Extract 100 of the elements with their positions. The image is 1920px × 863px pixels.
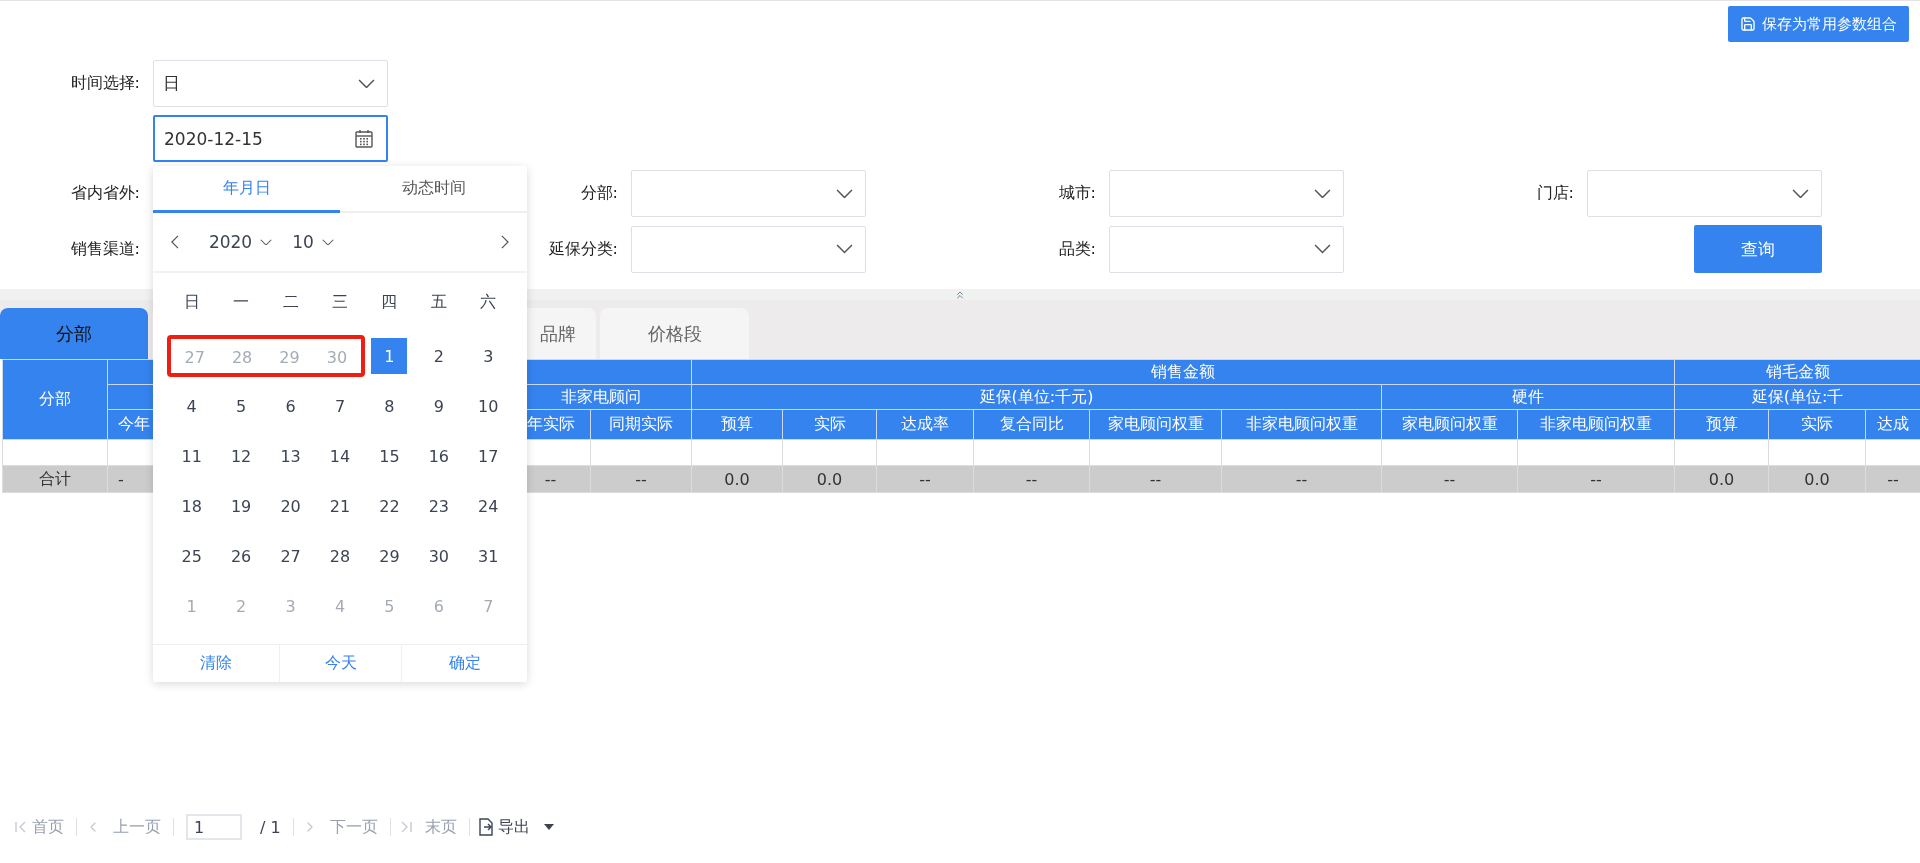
month-selector[interactable]: 10 bbox=[292, 232, 314, 252]
time-select[interactable]: 日 bbox=[153, 60, 388, 107]
tab[interactable]: 价格段 bbox=[600, 308, 749, 359]
day-cell[interactable]: 22 bbox=[371, 488, 408, 524]
table-cell: -- bbox=[876, 465, 974, 493]
column-header: 实际 bbox=[782, 409, 877, 440]
column-header: 预算 bbox=[691, 409, 783, 440]
day-cell[interactable]: 18 bbox=[173, 488, 210, 524]
day-cell[interactable]: 30 bbox=[420, 538, 457, 574]
column-header: 销毛金额 bbox=[1674, 359, 1920, 385]
day-cell[interactable]: 19 bbox=[223, 488, 260, 524]
day-cell[interactable]: 12 bbox=[223, 438, 260, 474]
day-cell[interactable]: 28 bbox=[322, 538, 358, 574]
column-header: 分部 bbox=[2, 359, 108, 440]
table-cell: 0.0 bbox=[1674, 465, 1769, 493]
picker-action-button[interactable]: 确定 bbox=[401, 645, 527, 682]
column-header: 家电顾问权重 bbox=[1381, 409, 1518, 440]
filter-label: 城市: bbox=[1058, 183, 1096, 202]
day-cell[interactable]: 13 bbox=[272, 438, 309, 474]
page-input[interactable]: 1 bbox=[186, 814, 242, 840]
dropdown-select[interactable] bbox=[1587, 170, 1822, 217]
chevron-down-icon bbox=[358, 78, 375, 89]
day-cell[interactable]: 11 bbox=[173, 438, 210, 474]
day-cell[interactable]: 3 bbox=[470, 338, 507, 374]
chevron-down-icon bbox=[836, 188, 853, 199]
column-header: 预算 bbox=[1674, 409, 1769, 440]
filter-label: 门店: bbox=[1536, 183, 1574, 202]
day-cell[interactable]: 16 bbox=[420, 438, 457, 474]
filter-label: 销售渠道: bbox=[70, 238, 140, 258]
day-cell[interactable]: 27 bbox=[272, 538, 309, 574]
page-total: / 1 bbox=[260, 817, 281, 837]
day-cell[interactable]: 17 bbox=[470, 438, 507, 474]
dropdown-select[interactable] bbox=[631, 170, 866, 217]
picker-tab[interactable]: 年月日 bbox=[153, 166, 340, 213]
day-cell[interactable]: 24 bbox=[470, 488, 507, 524]
next-month-icon[interactable] bbox=[501, 235, 509, 249]
year-selector[interactable]: 2020 bbox=[208, 232, 253, 252]
column-header: 延保(单位:千元) bbox=[691, 384, 1382, 410]
column-header: 家电顾问权重 bbox=[1089, 409, 1222, 440]
column-header: 达成 bbox=[1865, 409, 1920, 440]
day-cell[interactable]: 23 bbox=[420, 488, 457, 524]
weekday-label: 二 bbox=[281, 291, 300, 313]
chevron-down-icon[interactable] bbox=[260, 238, 273, 246]
day-cell[interactable]: 31 bbox=[470, 538, 507, 574]
chevron-down-icon bbox=[1314, 188, 1331, 199]
column-header: 硬件 bbox=[1381, 384, 1675, 410]
column-header: 实际 bbox=[1768, 409, 1866, 440]
filter-label: 省内省外: bbox=[70, 183, 140, 202]
dropdown-select[interactable] bbox=[1109, 170, 1344, 217]
picker-action-button[interactable]: 清除 bbox=[153, 645, 279, 682]
day-cell[interactable]: 20 bbox=[272, 488, 309, 524]
export-link[interactable]: 导出 bbox=[497, 816, 530, 838]
table-cell: -- bbox=[1381, 465, 1518, 493]
chevron-down-icon bbox=[1314, 244, 1331, 254]
day-cell[interactable]: 1 bbox=[371, 338, 408, 374]
table-cell: 0.0 bbox=[1768, 465, 1866, 493]
dropdown-select[interactable] bbox=[1109, 225, 1344, 273]
table-cell: -- bbox=[1221, 465, 1382, 493]
picker-tab[interactable]: 动态时间 bbox=[340, 166, 527, 213]
day-cell[interactable]: 21 bbox=[322, 488, 358, 524]
column-header: 非家电顾问权重 bbox=[1517, 409, 1675, 440]
day-cell[interactable]: 26 bbox=[223, 538, 260, 574]
prev-month-icon[interactable] bbox=[171, 235, 179, 249]
table-cell: -- bbox=[590, 465, 692, 493]
weekday-label: 三 bbox=[331, 291, 349, 313]
column-header: 延保(单位:千 bbox=[1674, 384, 1920, 410]
filter-label: 品类: bbox=[1058, 238, 1096, 258]
table-cell: 合计 bbox=[2, 465, 108, 493]
weekday-label: 六 bbox=[479, 291, 498, 313]
chevron-down-icon bbox=[1792, 188, 1809, 199]
table-cell: 0.0 bbox=[782, 465, 877, 493]
calendar-icon bbox=[354, 128, 374, 149]
column-header: 非家电顾问权重 bbox=[1221, 409, 1382, 440]
day-cell[interactable]: 15 bbox=[371, 438, 408, 474]
weekday-label: 四 bbox=[380, 291, 399, 313]
weekday-label: 一 bbox=[232, 291, 251, 313]
column-header: 同期实际 bbox=[590, 409, 692, 440]
day-cell[interactable]: 25 bbox=[173, 538, 210, 574]
caret-down-icon[interactable] bbox=[543, 824, 554, 830]
chevron-down-icon bbox=[836, 244, 853, 254]
picker-action-button[interactable]: 今天 bbox=[279, 645, 401, 682]
export-icon[interactable] bbox=[477, 818, 494, 836]
weekday-label: 五 bbox=[429, 291, 448, 313]
save-preset-button[interactable]: 保存为常用参数组合 bbox=[1728, 6, 1909, 42]
day-cell[interactable]: 29 bbox=[371, 538, 408, 574]
weekday-label: 日 bbox=[182, 291, 201, 313]
chevron-down-icon[interactable] bbox=[321, 238, 334, 246]
table-cell: -- bbox=[973, 465, 1090, 493]
tab[interactable]: 分部 bbox=[0, 308, 148, 359]
day-cell[interactable]: 14 bbox=[322, 438, 358, 474]
table-cell: -- bbox=[1517, 465, 1675, 493]
dropdown-select[interactable] bbox=[631, 225, 866, 273]
filter-label: 分部: bbox=[580, 183, 618, 202]
date-field[interactable]: 2020-12-15 bbox=[153, 115, 388, 162]
first-page-icon[interactable] bbox=[14, 820, 28, 834]
save-icon bbox=[1740, 16, 1756, 32]
column-header: 达成率 bbox=[876, 409, 974, 440]
column-header: 复合同比 bbox=[973, 409, 1090, 440]
day-cell[interactable]: 2 bbox=[420, 338, 457, 374]
query-button[interactable]: 查询 bbox=[1694, 225, 1822, 273]
